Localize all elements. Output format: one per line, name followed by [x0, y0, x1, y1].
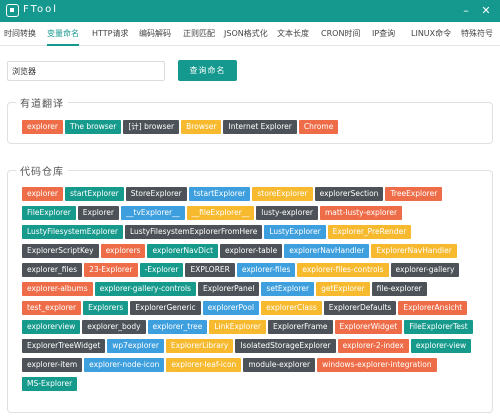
name-tag[interactable]: __fileExplorer__: [186, 206, 255, 220]
name-tag[interactable]: explorer_body: [82, 320, 146, 334]
name-tag[interactable]: tstartExplorer: [188, 187, 251, 201]
name-tag[interactable]: Chrome: [298, 120, 339, 134]
name-tag[interactable]: -Explorer: [139, 263, 184, 277]
translation-tag-list: explorer The browser [计] browser Browser Int…: [22, 120, 482, 139]
name-tag[interactable]: ExplorerWidget: [334, 320, 403, 334]
repository-panel-title: 代码仓库: [16, 163, 68, 178]
name-tag[interactable]: ExplorerTreeWidget: [22, 339, 106, 353]
name-tag[interactable]: explorer-view: [410, 339, 472, 353]
tab-http-request[interactable]: HTTP请求: [92, 22, 128, 46]
name-tag[interactable]: explorer-gallery-controls: [94, 282, 196, 296]
name-tag[interactable]: explorerNavDict: [147, 244, 219, 258]
name-tag[interactable]: LinkExplorer: [209, 320, 266, 334]
name-tag[interactable]: explorerPool: [202, 301, 260, 315]
tab-json-format[interactable]: JSON格式化: [224, 22, 268, 46]
repository-tag-list: explorer startExplorer StoreExplorer tstart…: [22, 187, 482, 396]
name-tag[interactable]: MS-Explorer: [22, 377, 78, 391]
name-tag[interactable]: FileExplorer: [22, 206, 76, 220]
name-tag[interactable]: ExplorerScriptKey: [22, 244, 99, 258]
name-tag[interactable]: explorer: [22, 120, 63, 134]
name-tag[interactable]: explorer-table: [220, 244, 283, 258]
name-tag[interactable]: explorer-leaf-icon: [166, 358, 242, 372]
name-tag[interactable]: windows-explorer-integration: [317, 358, 437, 372]
name-tag[interactable]: TreeExplorer: [385, 187, 443, 201]
name-tag[interactable]: explorer-files-controls: [297, 263, 389, 277]
name-tag[interactable]: explorer-files: [236, 263, 296, 277]
name-tag[interactable]: ExplorerLibrary: [165, 339, 234, 353]
name-tag[interactable]: explorerSection: [314, 187, 384, 201]
tab-text-length[interactable]: 文本长度: [277, 22, 309, 46]
title-bar: FTool – ✕: [0, 0, 500, 22]
name-tag[interactable]: explorer_tree: [147, 320, 208, 334]
name-tag[interactable]: explorer-gallery: [390, 263, 460, 277]
name-tag[interactable]: IsolatedStorageExplorer: [235, 339, 336, 353]
name-tag[interactable]: matt-lusty-explorer: [319, 206, 403, 220]
name-tag[interactable]: storeExplorer: [252, 187, 313, 201]
name-tag[interactable]: explorerNavHandler: [284, 244, 370, 258]
name-tag[interactable]: explorer-item: [22, 358, 83, 372]
name-tag[interactable]: LustyFilesystemExplorer: [22, 225, 123, 239]
name-tag[interactable]: Explorers: [83, 301, 129, 315]
minimize-icon[interactable]: –: [458, 3, 474, 19]
tab-linux-command[interactable]: LINUX命令: [411, 22, 451, 46]
name-tag[interactable]: FileExplorerTest: [404, 320, 473, 334]
name-tag[interactable]: explorer_files: [22, 263, 83, 277]
name-tag[interactable]: wp7explorer: [107, 339, 164, 353]
name-tag[interactable]: [计] browser: [123, 120, 180, 134]
app-title: FTool: [23, 4, 58, 15]
name-tag[interactable]: ExplorerPanel: [197, 282, 260, 296]
name-tag[interactable]: LustyFilesystemExplorerFromHere: [124, 225, 263, 239]
translation-panel-title: 有道翻译: [16, 95, 68, 110]
name-tag[interactable]: ExplorerNavHandler: [371, 244, 457, 258]
name-tag[interactable]: Explorer_PreRender: [327, 225, 412, 239]
name-tag[interactable]: ExplorerDefaults: [323, 301, 397, 315]
name-tag[interactable]: explorerview: [22, 320, 81, 334]
name-tag[interactable]: StoreExplorer: [125, 187, 187, 201]
tab-special-symbols[interactable]: 特殊符号: [461, 22, 493, 46]
tab-regex[interactable]: 正则匹配: [183, 22, 215, 46]
name-tag[interactable]: explorer: [22, 187, 63, 201]
name-tag[interactable]: LustyExplorer: [264, 225, 326, 239]
name-tag[interactable]: getExplorer: [316, 282, 370, 296]
name-tag[interactable]: module-explorer: [243, 358, 316, 372]
tab-variable-naming[interactable]: 变量命名: [47, 22, 79, 46]
name-tag[interactable]: Explorer: [77, 206, 120, 220]
name-tag[interactable]: ExplorerFrame: [267, 320, 333, 334]
name-tag[interactable]: explorer-2-index: [337, 339, 409, 353]
search-input[interactable]: [7, 61, 165, 81]
tab-ip-query[interactable]: IP查询: [372, 22, 395, 46]
tab-time-convert[interactable]: 时间转换: [4, 22, 36, 46]
close-icon[interactable]: ✕: [478, 3, 494, 19]
tab-cron-time[interactable]: CRON时间: [321, 22, 360, 46]
app-logo-icon: [6, 4, 19, 17]
name-tag[interactable]: ExplorerGeneric: [130, 301, 201, 315]
name-tag[interactable]: EXPLORER: [185, 263, 235, 277]
name-tag[interactable]: The browser: [64, 120, 122, 134]
name-tag[interactable]: 23-Explorer: [84, 263, 138, 277]
name-tag[interactable]: ExplorerAnsicht: [398, 301, 468, 315]
name-tag[interactable]: Browser: [181, 120, 222, 134]
tab-bar: 时间转换 变量命名 HTTP请求 编码解码 正则匹配 JSON格式化 文本长度 …: [0, 22, 500, 46]
name-tag[interactable]: explorerClass: [261, 301, 322, 315]
name-tag[interactable]: explorers: [100, 244, 146, 258]
name-tag[interactable]: __tvExplorer__: [121, 206, 185, 220]
name-tag[interactable]: lusty-explorer: [256, 206, 318, 220]
name-tag[interactable]: explorer-albums: [22, 282, 93, 296]
name-tag[interactable]: test_explorer: [22, 301, 82, 315]
name-tag[interactable]: setExplorer: [261, 282, 315, 296]
name-tag[interactable]: explorer-node-icon: [84, 358, 165, 372]
name-tag[interactable]: file-explorer: [371, 282, 427, 296]
name-tag[interactable]: Internet Explorer: [223, 120, 297, 134]
tab-encode-decode[interactable]: 编码解码: [139, 22, 171, 46]
name-tag[interactable]: startExplorer: [64, 187, 124, 201]
query-naming-button[interactable]: 查询命名: [178, 60, 237, 81]
